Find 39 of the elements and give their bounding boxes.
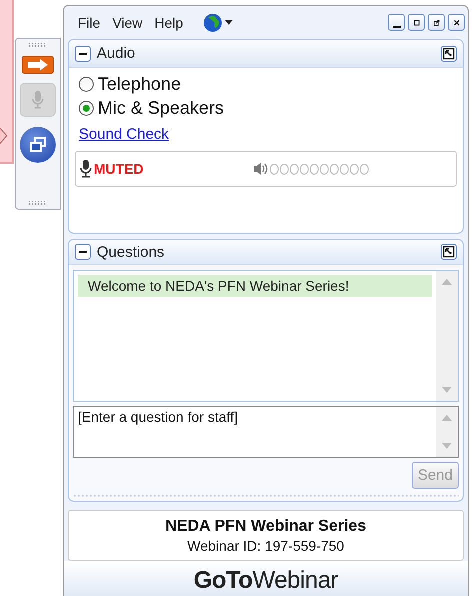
undock-icon	[443, 246, 455, 258]
undock-button[interactable]	[441, 244, 457, 260]
windows-button[interactable]	[20, 127, 56, 163]
show-panel-button[interactable]	[20, 53, 56, 77]
menu-item[interactable]: File	[78, 14, 101, 30]
radio-option[interactable]: Telephone	[75, 72, 457, 96]
pop-out-icon	[432, 18, 440, 26]
minimize-icon	[392, 26, 400, 28]
panel-title: Questions	[97, 244, 165, 261]
microphone-icon	[32, 90, 44, 110]
brand-logo: GoToWebinar	[194, 567, 338, 595]
close-button[interactable]	[448, 14, 465, 31]
webinar-id: Webinar ID: 197-559-750	[188, 538, 344, 554]
message: Welcome to NEDA's PFN Webinar Series!	[78, 275, 432, 298]
maximize-button[interactable]	[408, 14, 425, 31]
menu-item[interactable]: Help	[154, 14, 184, 30]
microphone-icon	[80, 160, 92, 178]
mic-status: MUTED	[94, 161, 144, 177]
undock-icon	[443, 48, 455, 60]
close-icon	[452, 18, 460, 26]
globe-icon	[203, 12, 224, 32]
grip-icon[interactable]	[29, 43, 47, 47]
panel-title: Audio	[97, 45, 136, 62]
pop-out-button[interactable]	[428, 14, 445, 31]
caret-icon	[225, 20, 234, 25]
collapse-button[interactable]	[75, 244, 91, 260]
radio-option[interactable]: Mic & Speakers	[75, 96, 457, 120]
language-menu[interactable]	[203, 12, 234, 32]
undock-button[interactable]	[441, 46, 457, 62]
maximize-icon	[412, 18, 420, 26]
collapse-button[interactable]	[75, 46, 91, 62]
webinar-name: NEDA PFN Webinar Series	[166, 518, 366, 536]
speaker-icon	[253, 162, 269, 176]
grip-icon[interactable]	[29, 201, 47, 205]
pointer-icon	[0, 128, 8, 144]
menu-item[interactable]: View	[112, 14, 143, 30]
sound-check-link[interactable]: Sound Check	[79, 126, 170, 143]
minimize-button[interactable]	[388, 14, 405, 31]
windows-icon	[30, 137, 46, 153]
